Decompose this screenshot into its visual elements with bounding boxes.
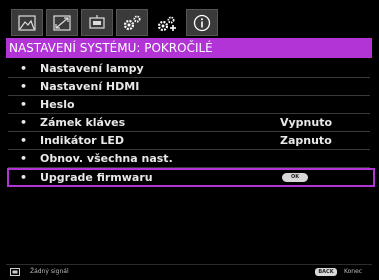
menu-item-label: Heslo <box>40 98 75 111</box>
menu-item-firmware-upgrade[interactable]: • Upgrade firmwaru OK <box>7 168 375 187</box>
menu-item-label: Nastavení lampy <box>40 62 144 75</box>
tab-settings-advanced[interactable] <box>151 9 183 39</box>
menu-title: NASTAVENÍ SYSTÉMU: POKROČILÉ <box>6 38 372 58</box>
tab-bar <box>11 9 368 39</box>
menu-item-value: Vypnuto <box>280 116 333 129</box>
menu-item-label: Indikátor LED <box>40 134 125 147</box>
ok-button[interactable]: OK <box>282 173 308 182</box>
footer-divider <box>6 264 372 265</box>
menu-item-label: Nastavení HDMI <box>40 80 140 93</box>
tab-picture[interactable] <box>11 9 43 36</box>
bullet: • <box>20 98 28 111</box>
tab-info[interactable] <box>186 9 218 36</box>
bullet: • <box>20 171 28 184</box>
tab-display[interactable] <box>46 9 78 36</box>
bullet: • <box>20 134 28 147</box>
menu-item-hdmi-settings[interactable]: • Nastavení HDMI <box>8 78 370 96</box>
footer-bar: Žádný signál BACK Konec <box>10 266 372 278</box>
menu-item-led-indicator[interactable]: • Indikátor LED Zapnuto <box>8 132 370 150</box>
menu-item-label: Zámek kláves <box>40 116 126 129</box>
menu-list: • Nastavení lampy • Nastavení HDMI • Hes… <box>7 60 375 187</box>
tab-source[interactable] <box>81 9 113 36</box>
bullet: • <box>20 80 28 93</box>
exit-label: Konec <box>344 268 363 275</box>
picture-icon <box>18 14 36 31</box>
bullet: • <box>20 116 28 129</box>
settings-basic-icon <box>123 15 141 30</box>
input-source-icon <box>10 268 20 276</box>
bullet: • <box>20 62 28 75</box>
settings-advanced-icon <box>157 16 176 32</box>
menu-item-value: Zapnuto <box>280 134 332 147</box>
info-icon <box>193 14 211 31</box>
signal-status: Žádný signál <box>30 268 69 275</box>
menu-item-label: Upgrade firmwaru <box>40 171 153 184</box>
source-icon <box>89 14 105 29</box>
menu-item-key-lock[interactable]: • Zámek kláves Vypnuto <box>8 114 370 132</box>
back-button[interactable]: BACK <box>315 268 337 276</box>
menu-item-reset-all[interactable]: • Obnov. všechna nast. <box>8 150 370 168</box>
bullet: • <box>20 152 28 165</box>
menu-item-password[interactable]: • Heslo <box>8 96 370 114</box>
tab-settings-basic[interactable] <box>116 9 148 36</box>
display-icon <box>53 14 71 31</box>
menu-item-label: Obnov. všechna nast. <box>40 152 173 165</box>
menu-item-lamp-settings[interactable]: • Nastavení lampy <box>8 60 370 78</box>
